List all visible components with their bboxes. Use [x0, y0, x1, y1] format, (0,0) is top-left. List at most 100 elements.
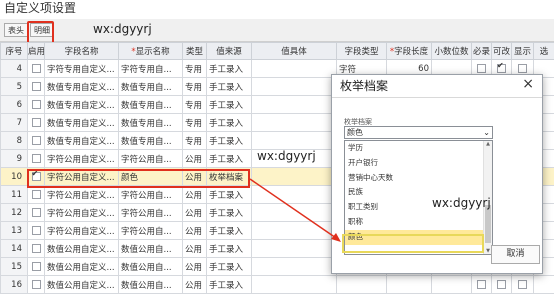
field-name-cell[interactable]: 字符公用自定义...	[45, 204, 119, 222]
column-header[interactable]: 必录	[472, 43, 492, 60]
type-cell[interactable]: 专用	[183, 78, 207, 96]
display-name-cell[interactable]: 字符公用自...	[119, 222, 183, 240]
type-cell[interactable]: 公用	[183, 276, 207, 294]
row-number[interactable]: 15	[1, 258, 28, 276]
cancel-button[interactable]: 取消	[491, 245, 540, 264]
field-name-cell[interactable]: 字符公用自定义...	[45, 186, 119, 204]
display-name-cell[interactable]: 数值专用自...	[119, 78, 183, 96]
checkbox[interactable]	[497, 64, 506, 73]
value-detail-cell[interactable]	[252, 276, 337, 294]
scroll-up-icon[interactable]: ▲	[484, 141, 492, 147]
field-name-cell[interactable]: 字符公用自定义...	[45, 150, 119, 168]
display-name-cell[interactable]: 数值公用自...	[119, 258, 183, 276]
column-header[interactable]: 选	[534, 43, 554, 60]
row-number[interactable]: 6	[1, 96, 28, 114]
type-cell[interactable]: 专用	[183, 114, 207, 132]
scrollbar-thumb[interactable]	[485, 205, 491, 243]
display-name-cell[interactable]: 数值专用自...	[119, 114, 183, 132]
display-name-cell[interactable]: 字符专用自...	[119, 60, 183, 78]
field-name-cell[interactable]: 数值专用自定义...	[45, 78, 119, 96]
display-name-cell[interactable]: 字符公用自...	[119, 186, 183, 204]
checkbox[interactable]	[518, 280, 527, 289]
type-cell[interactable]: 公用	[183, 204, 207, 222]
checkbox[interactable]	[32, 64, 41, 73]
value-detail-cell[interactable]	[252, 96, 337, 114]
row-number[interactable]: 7	[1, 114, 28, 132]
checkbox[interactable]	[32, 118, 41, 127]
value-source-cell[interactable]: 手工录入	[207, 114, 252, 132]
checkbox[interactable]	[32, 100, 41, 109]
value-detail-cell[interactable]	[252, 78, 337, 96]
value-source-cell[interactable]: 手工录入	[207, 222, 252, 240]
checkbox[interactable]	[32, 262, 41, 271]
column-header[interactable]: 显示	[512, 43, 534, 60]
field-name-cell[interactable]: 数值专用自定义...	[45, 96, 119, 114]
column-header[interactable]: 序号	[1, 43, 28, 60]
enum-archive-select[interactable]: 颜色 ⌄	[344, 126, 493, 139]
row-number[interactable]: 9	[1, 150, 28, 168]
enum-option[interactable]: 营销中心天数	[345, 171, 492, 186]
checkbox[interactable]	[32, 82, 41, 91]
field-name-cell[interactable]: 数值专用自定义...	[45, 132, 119, 150]
column-header[interactable]: 类型	[183, 43, 207, 60]
enum-option[interactable]: 学历	[345, 141, 492, 156]
column-header[interactable]: 值具体	[252, 43, 337, 60]
checkbox[interactable]	[477, 64, 486, 73]
column-header[interactable]: *字段长度	[387, 43, 432, 60]
type-cell[interactable]: 专用	[183, 60, 207, 78]
display-name-cell[interactable]: 字符公用自...	[119, 150, 183, 168]
checkbox[interactable]	[32, 244, 41, 253]
row-number[interactable]: 8	[1, 132, 28, 150]
value-source-cell[interactable]: 手工录入	[207, 276, 252, 294]
column-header[interactable]: 启用	[28, 43, 45, 60]
value-source-cell[interactable]: 手工录入	[207, 258, 252, 276]
value-detail-cell[interactable]	[252, 114, 337, 132]
field-name-cell[interactable]: 数值专用自定义...	[45, 114, 119, 132]
row-number[interactable]: 14	[1, 240, 28, 258]
type-cell[interactable]: 公用	[183, 150, 207, 168]
value-detail-cell[interactable]	[252, 132, 337, 150]
type-cell[interactable]: 公用	[183, 240, 207, 258]
tab-header[interactable]: 表头	[4, 23, 28, 37]
row-number[interactable]: 12	[1, 204, 28, 222]
value-source-cell[interactable]: 手工录入	[207, 150, 252, 168]
decimals-cell[interactable]	[432, 276, 472, 294]
column-header[interactable]: 字段名称	[45, 43, 119, 60]
type-cell[interactable]: 专用	[183, 132, 207, 150]
checkbox[interactable]	[32, 190, 41, 199]
value-source-cell[interactable]: 手工录入	[207, 96, 252, 114]
checkbox[interactable]	[497, 280, 506, 289]
column-header[interactable]: 小数位数	[432, 43, 472, 60]
value-source-cell[interactable]: 手工录入	[207, 240, 252, 258]
type-cell[interactable]: 公用	[183, 186, 207, 204]
field-name-cell[interactable]: 数值公用自定义...	[45, 258, 119, 276]
value-detail-cell[interactable]	[252, 258, 337, 276]
value-source-cell[interactable]: 手工录入	[207, 204, 252, 222]
value-source-cell[interactable]: 手工录入	[207, 60, 252, 78]
field-name-cell[interactable]: 数值公用自定义...	[45, 276, 119, 294]
display-name-cell[interactable]: 字符公用自...	[119, 204, 183, 222]
field-length-cell[interactable]	[387, 276, 432, 294]
select-cell[interactable]	[534, 276, 554, 294]
row-number[interactable]: 10	[1, 168, 28, 186]
checkbox[interactable]	[518, 64, 527, 73]
checkbox[interactable]	[477, 280, 486, 289]
value-source-cell[interactable]: 手工录入	[207, 186, 252, 204]
checkbox[interactable]	[32, 208, 41, 217]
checkbox[interactable]	[32, 136, 41, 145]
type-cell[interactable]: 公用	[183, 222, 207, 240]
display-name-cell[interactable]: 数值专用自...	[119, 132, 183, 150]
column-header[interactable]: 值来源	[207, 43, 252, 60]
checkbox[interactable]	[32, 154, 41, 163]
table-row[interactable]: 16数值公用自定义...数值公用自...公用手工录入	[1, 276, 554, 294]
type-cell[interactable]: 公用	[183, 258, 207, 276]
row-number[interactable]: 4	[1, 60, 28, 78]
type-cell[interactable]: 专用	[183, 96, 207, 114]
enum-option[interactable]: 开户银行	[345, 156, 492, 171]
column-header[interactable]: *显示名称	[119, 43, 183, 60]
value-detail-cell[interactable]	[252, 240, 337, 258]
value-detail-cell[interactable]	[252, 204, 337, 222]
display-name-cell[interactable]: 数值公用自...	[119, 276, 183, 294]
field-name-cell[interactable]: 字符专用自定义...	[45, 60, 119, 78]
display-name-cell[interactable]: 数值公用自...	[119, 240, 183, 258]
